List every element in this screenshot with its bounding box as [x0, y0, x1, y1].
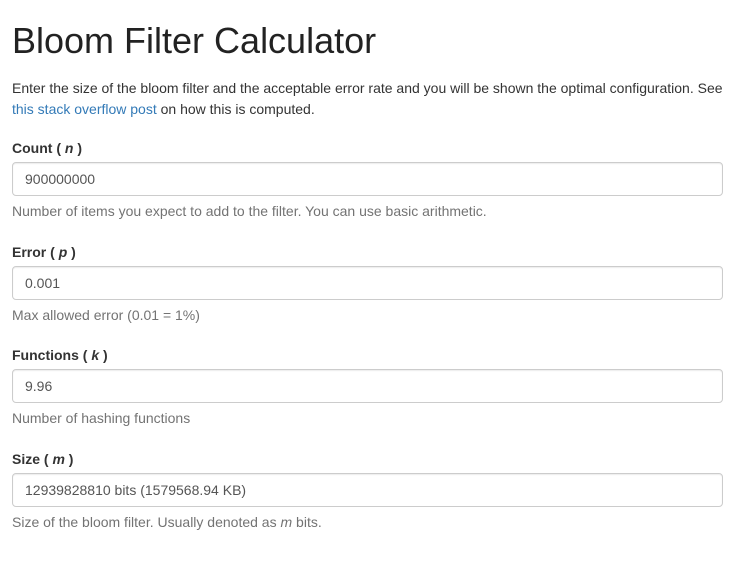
error-label: Error ( p ): [12, 244, 723, 260]
page-title: Bloom Filter Calculator: [12, 20, 723, 62]
functions-group: Functions ( k ) Number of hashing functi…: [12, 347, 723, 429]
functions-label-var: k: [91, 347, 99, 363]
functions-label-suffix: ): [99, 347, 108, 363]
size-help-after: bits.: [292, 514, 322, 530]
functions-input[interactable]: [12, 369, 723, 403]
count-help: Number of items you expect to add to the…: [12, 202, 723, 222]
error-group: Error ( p ) Max allowed error (0.01 = 1%…: [12, 244, 723, 326]
error-help: Max allowed error (0.01 = 1%): [12, 306, 723, 326]
count-input[interactable]: [12, 162, 723, 196]
size-help-before: Size of the bloom filter. Usually denote…: [12, 514, 280, 530]
size-label-var: m: [52, 451, 64, 467]
count-group: Count ( n ) Number of items you expect t…: [12, 140, 723, 222]
intro-text: Enter the size of the bloom filter and t…: [12, 78, 723, 120]
count-label-prefix: Count (: [12, 140, 65, 156]
intro-text-before: Enter the size of the bloom filter and t…: [12, 80, 723, 96]
functions-help: Number of hashing functions: [12, 409, 723, 429]
error-label-suffix: ): [67, 244, 76, 260]
size-help-var: m: [280, 514, 292, 530]
error-label-var: p: [59, 244, 68, 260]
error-input[interactable]: [12, 266, 723, 300]
size-help: Size of the bloom filter. Usually denote…: [12, 513, 723, 533]
size-label-suffix: ): [65, 451, 74, 467]
size-label-prefix: Size (: [12, 451, 52, 467]
functions-label: Functions ( k ): [12, 347, 723, 363]
intro-text-after: on how this is computed.: [157, 101, 315, 117]
size-input[interactable]: [12, 473, 723, 507]
functions-label-prefix: Functions (: [12, 347, 91, 363]
count-label: Count ( n ): [12, 140, 723, 156]
count-label-suffix: ): [73, 140, 82, 156]
stack-overflow-link[interactable]: this stack overflow post: [12, 101, 157, 117]
size-label: Size ( m ): [12, 451, 723, 467]
error-label-prefix: Error (: [12, 244, 59, 260]
size-group: Size ( m ) Size of the bloom filter. Usu…: [12, 451, 723, 533]
